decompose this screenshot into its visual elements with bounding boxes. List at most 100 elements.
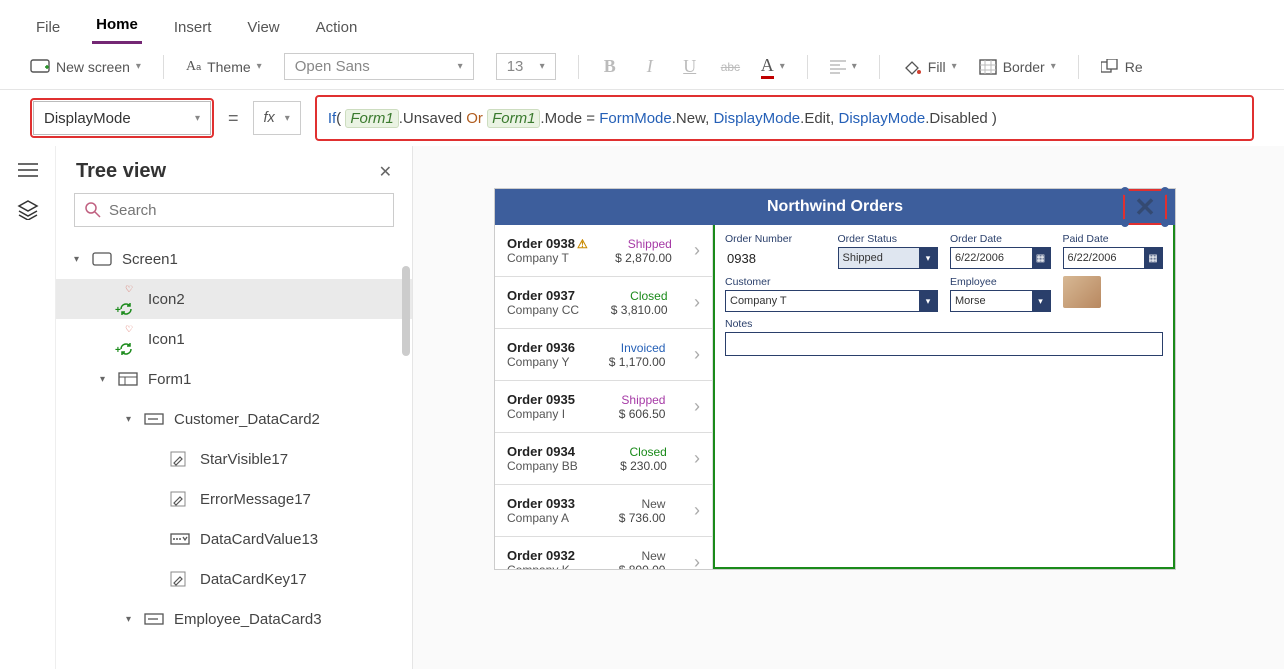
paid-date-picker[interactable]: 6/22/2006 ▦ (1063, 247, 1164, 269)
field-paid-date: Paid Date 6/22/2006 ▦ (1063, 233, 1164, 269)
tree-item-starvisible17[interactable]: StarVisible17 (56, 439, 412, 479)
italic-icon[interactable]: I (641, 56, 659, 77)
card-icon (144, 413, 166, 425)
orders-list[interactable]: Order 0938⚠Company TShipped$ 2,870.00›Or… (495, 225, 713, 569)
new-screen-label: New screen (56, 59, 130, 75)
chevron-down-icon: ▾ (136, 61, 141, 72)
strikethrough-icon[interactable]: abc (721, 60, 739, 74)
tree-view-panel: Tree view ✕ ▾Screen1♡+Icon2♡+Icon1▾Form1… (56, 146, 413, 669)
order-date-value: 6/22/2006 (955, 252, 1004, 264)
search-box[interactable] (74, 193, 394, 227)
chevron-down-icon: ▾ (780, 61, 785, 72)
tree-item-label: Icon2 (148, 291, 185, 308)
order-row[interactable]: Order 0936Company YInvoiced$ 1,170.00› (495, 329, 712, 381)
chevron-right-icon: › (694, 500, 700, 521)
ribbon: New screen ▾ Aa Theme ▾ Open Sans ▾ 13 ▾… (0, 44, 1284, 90)
canvas[interactable]: Northwind Orders ✕ Order 0938⚠Company TS… (413, 146, 1284, 669)
app-body: Order 0938⚠Company TShipped$ 2,870.00›Or… (495, 225, 1175, 569)
separator (163, 55, 164, 79)
order-status-dropdown[interactable]: Shipped ▾ (838, 247, 939, 269)
card-icon (144, 613, 166, 625)
font-picker[interactable]: Open Sans ▾ (284, 53, 474, 80)
paid-date-value: 6/22/2006 (1068, 252, 1117, 264)
order-id: Order 0933 (507, 496, 575, 511)
hamburger-icon[interactable] (18, 162, 38, 178)
tree-item-form1[interactable]: ▾Form1 (56, 359, 412, 399)
order-id: Order 0938⚠ (507, 236, 588, 251)
chevron-right-icon: › (694, 240, 700, 261)
order-amount: $ 230.00 (620, 459, 667, 473)
fill-button[interactable]: Fill ▾ (902, 58, 957, 76)
tree-item-screen1[interactable]: ▾Screen1 (56, 239, 412, 279)
menu-view[interactable]: View (243, 13, 283, 44)
tree-item-icon2[interactable]: ♡+ Icon2 (56, 279, 412, 319)
form-icon (118, 372, 140, 386)
customer-dropdown[interactable]: Company T ▾ (725, 290, 938, 312)
notes-label: Notes (725, 318, 1163, 330)
order-row[interactable]: Order 0935Company IShipped$ 606.50› (495, 381, 712, 433)
sync-compound-icon: ♡+ (118, 284, 140, 314)
notes-input[interactable] (725, 332, 1163, 356)
tree-item-datacardkey17[interactable]: DataCardKey17 (56, 559, 412, 599)
align-icon (830, 60, 846, 74)
font-size-picker[interactable]: 13 ▾ (496, 53, 556, 80)
align-button[interactable]: ▾ (830, 60, 857, 74)
employee-dropdown[interactable]: Morse ▾ (950, 290, 1051, 312)
font-color-button[interactable]: A ▾ (761, 55, 785, 79)
close-icon[interactable]: ✕ (379, 162, 392, 182)
theme-label: Theme (207, 59, 251, 75)
menu-file[interactable]: File (32, 13, 64, 44)
menu-home[interactable]: Home (92, 10, 142, 44)
chevron-down-icon: ▾ (919, 291, 937, 311)
order-status-label: Order Status (838, 233, 939, 245)
separator (807, 55, 808, 79)
menu-insert[interactable]: Insert (170, 13, 216, 44)
underline-icon[interactable]: U (681, 56, 699, 77)
search-input[interactable] (109, 202, 383, 219)
employee-label: Employee (950, 276, 1051, 288)
chevron-down-icon: ▾ (1051, 61, 1056, 72)
search-icon (85, 202, 101, 218)
chevron-down-icon: ▾ (257, 61, 262, 72)
chevron-down-icon: ▾ (952, 61, 957, 72)
tree-item-datacardvalue13[interactable]: DataCardValue13 (56, 519, 412, 559)
bold-icon[interactable]: B (601, 56, 619, 77)
border-label: Border (1003, 59, 1045, 75)
fx-button[interactable]: fx ▾ (253, 101, 301, 135)
chevron-right-icon: › (694, 344, 700, 365)
order-row[interactable]: Order 0934Company BBClosed$ 230.00› (495, 433, 712, 485)
menu-action[interactable]: Action (312, 13, 362, 44)
order-row[interactable]: Order 0933Company ANew$ 736.00› (495, 485, 712, 537)
field-employee: Employee Morse ▾ (950, 276, 1051, 312)
tree-item-icon1[interactable]: ♡+Icon1 (56, 319, 412, 359)
reorder-label: Re (1125, 59, 1143, 75)
tree-item-label: Icon1 (148, 331, 185, 348)
order-date-picker[interactable]: 6/22/2006 ▦ (950, 247, 1051, 269)
border-button[interactable]: Border ▾ (979, 59, 1056, 75)
layers-icon[interactable] (17, 200, 39, 220)
separator (1078, 55, 1079, 79)
new-screen-button[interactable]: New screen ▾ (30, 59, 141, 75)
order-row[interactable]: Order 0937Company CCClosed$ 3,810.00› (495, 277, 712, 329)
order-row[interactable]: Order 0932Company KNew$ 800.00› (495, 537, 712, 569)
pencil-icon (170, 571, 192, 587)
reorder-button[interactable]: Re (1101, 59, 1143, 75)
field-order-date: Order Date 6/22/2006 ▦ (950, 233, 1051, 269)
app-title-bar: Northwind Orders ✕ (495, 189, 1175, 225)
theme-button[interactable]: Aa Theme ▾ (186, 59, 262, 75)
formula-input[interactable]: If( Form1.Unsaved Or Form1.Mode = FormMo… (318, 98, 1251, 138)
property-name: DisplayMode (44, 110, 131, 127)
tree-item-customer_datacard2[interactable]: ▾Customer_DataCard2 (56, 399, 412, 439)
reorder-icon (1101, 59, 1119, 75)
twisty-icon: ▾ (126, 414, 136, 425)
border-icon (979, 59, 997, 75)
order-row[interactable]: Order 0938⚠Company TShipped$ 2,870.00› (495, 225, 712, 277)
property-dropdown[interactable]: DisplayMode ▾ (33, 101, 211, 135)
tree-scrollbar[interactable] (402, 266, 410, 466)
chevron-right-icon: › (694, 396, 700, 417)
tree-item-employee_datacard3[interactable]: ▾Employee_DataCard3 (56, 599, 412, 639)
tree-item-errormessage17[interactable]: ErrorMessage17 (56, 479, 412, 519)
chevron-down-icon: ▾ (1032, 291, 1050, 311)
chevron-right-icon: › (694, 448, 700, 469)
tree-item-label: ErrorMessage17 (200, 491, 311, 508)
